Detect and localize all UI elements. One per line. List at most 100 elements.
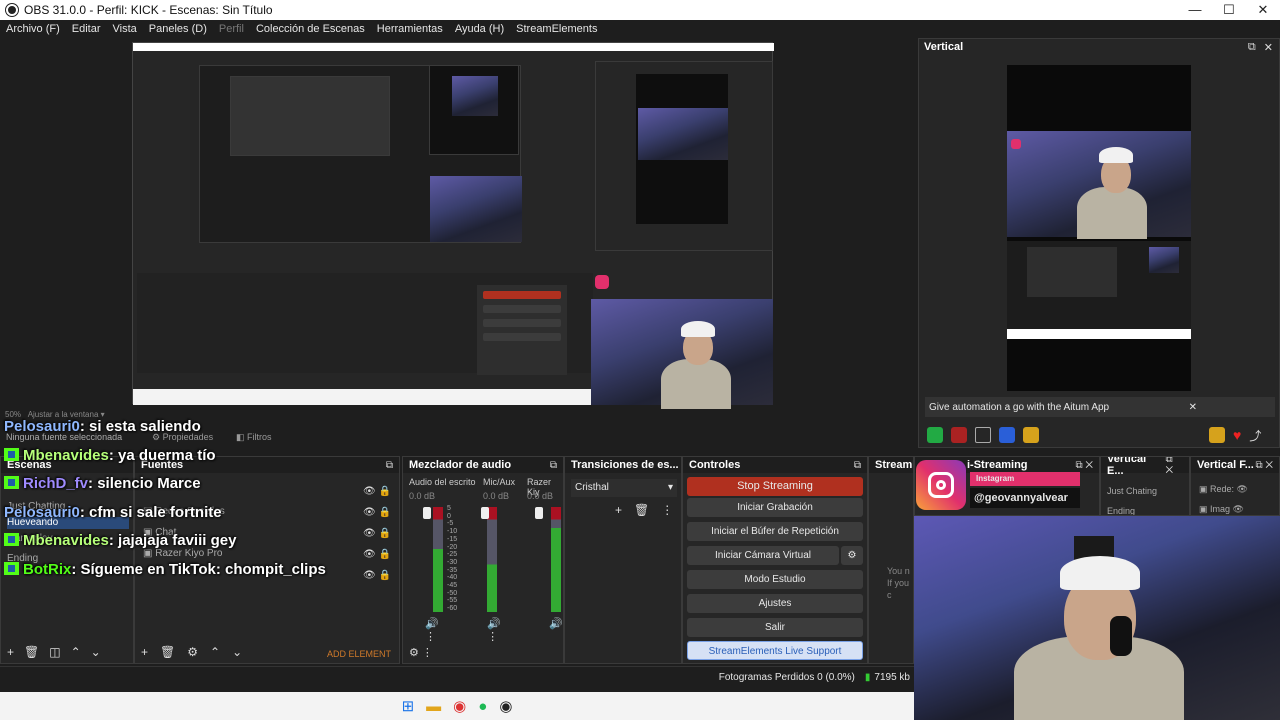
undock-icon[interactable]: ⧉	[1248, 41, 1256, 54]
trash-icon[interactable]: 🗑	[634, 503, 649, 517]
menu-vista[interactable]: Vista	[107, 23, 143, 35]
exit-button[interactable]: Salir	[687, 618, 863, 637]
nested-vertical	[429, 65, 519, 155]
menu-paneles[interactable]: Paneles (D)	[143, 23, 213, 35]
stream-icon[interactable]	[927, 427, 943, 443]
record-icon[interactable]	[951, 427, 967, 443]
virtual-cam-icon[interactable]	[999, 427, 1015, 443]
backtrack-icon[interactable]	[975, 427, 991, 443]
dock-close-icon[interactable]: ⧉ ✕	[1255, 460, 1279, 471]
volume-slider[interactable]	[423, 507, 431, 519]
chat-username: Mbenavides	[23, 447, 109, 464]
main-preview[interactable]	[0, 38, 912, 409]
chat-username: Mbenavides	[23, 532, 109, 549]
eye-icon[interactable]: 👁 🔒	[363, 523, 391, 544]
streamelements-support-button[interactable]: StreamElements Live Support	[687, 641, 863, 660]
speaker-icon[interactable]: 🔊	[549, 617, 563, 643]
menu-streamelements[interactable]: StreamElements	[510, 23, 603, 35]
volume-meter	[551, 507, 561, 612]
settings-icon[interactable]	[1023, 427, 1039, 443]
maximize-button[interactable]: ☐	[1212, 2, 1246, 18]
dock-close-icon[interactable]: ⧉ ✕	[1075, 460, 1099, 471]
mixer-header: Mezclador de audio ⧉	[403, 457, 563, 473]
move-down-icon[interactable]: ⌄	[91, 645, 101, 659]
vertical-source-item[interactable]: ▣ Rede: 👁	[1199, 479, 1271, 499]
vertical-nested-obs	[1007, 241, 1191, 339]
trash-icon[interactable]: 🗑	[24, 645, 39, 659]
kick-badge-icon	[4, 476, 19, 489]
undock-icon[interactable]: ⧉	[386, 460, 399, 471]
window-title: OBS 31.0.0 - Perfil: KICK - Escenas: Sin…	[24, 3, 273, 17]
signal-icon: ▮	[864, 672, 871, 683]
mixer-toolbar[interactable]: ⚙ ⋮	[409, 646, 433, 659]
add-icon[interactable]: +	[615, 503, 622, 517]
streamelements-title: StreamEl	[875, 459, 913, 471]
vertical-scene-item[interactable]: Ending	[1107, 501, 1183, 515]
nested-vertical-cam2	[638, 108, 728, 160]
heart-icon[interactable]: ♥	[1233, 427, 1241, 444]
dock-close-icon[interactable]: ✕	[1264, 41, 1273, 54]
studio-mode-button[interactable]: Modo Estudio	[687, 570, 863, 589]
controls-dock: Controles ⧉ Stop Streaming Iniciar Grabac…	[682, 456, 868, 664]
chat-message: BotRix: Sígueme en TikTok: chompit_clips	[4, 561, 326, 578]
menu-editar[interactable]: Editar	[66, 23, 107, 35]
undock-icon[interactable]: ⧉	[550, 460, 563, 471]
channel-name: Audio del escrito	[409, 477, 476, 487]
microphone	[1110, 616, 1132, 656]
transition-select[interactable]: Cristhal ▾	[571, 479, 677, 497]
speaker-icon[interactable]: 🔊⋮	[487, 617, 505, 643]
scene-toolbar: + 🗑 ◫ ⌃ ⌄	[7, 645, 101, 659]
menu-archivo[interactable]: Archivo (F)	[0, 23, 66, 35]
eye-icon[interactable]: 👁 🔒	[363, 544, 391, 565]
filters-button[interactable]: ◧ Filtros	[236, 432, 272, 443]
move-down-icon[interactable]: ⌄	[232, 645, 242, 659]
vertical-source-item[interactable]: ▣ Imag 👁	[1199, 499, 1271, 515]
replay-buffer-button[interactable]: Iniciar el Búfer de Repetición	[687, 522, 863, 541]
menu-coleccion[interactable]: Colección de Escenas	[250, 23, 371, 35]
windows-start-icon[interactable]: ⊞	[402, 697, 415, 715]
menu-perfil[interactable]: Perfil	[213, 23, 250, 35]
eye-icon[interactable]: 👁 🔒	[363, 565, 391, 586]
add-icon[interactable]: +	[141, 645, 148, 659]
virtual-camera-button[interactable]: Iniciar Cámara Virtual	[687, 546, 839, 565]
vertical-scenes-title: Vertical E...	[1107, 456, 1147, 477]
virtual-camera-settings-icon[interactable]: ⚙	[841, 546, 863, 565]
minimize-button[interactable]: —	[1178, 2, 1212, 18]
vertical-scene-item[interactable]: Just Chating	[1107, 481, 1183, 501]
obs-icon[interactable]: ◉	[499, 697, 512, 715]
eye-icon[interactable]: 👁 🔒	[363, 502, 391, 523]
speaker-icon[interactable]: 🔊⋮	[425, 617, 443, 643]
close-button[interactable]: ✕	[1246, 2, 1280, 18]
settings-button[interactable]: Ajustes	[687, 594, 863, 613]
filter-icon[interactable]: ◫	[49, 645, 60, 659]
file-explorer-icon[interactable]: ▬	[426, 698, 441, 715]
volume-slider[interactable]	[535, 507, 543, 519]
more-icon[interactable]: ⋮	[661, 503, 673, 517]
gear-icon[interactable]: ⚙	[187, 645, 198, 659]
menu-ayuda[interactable]: Ayuda (H)	[449, 23, 510, 35]
chat-text: : jajajaja faviii gey	[108, 532, 237, 549]
spotify-icon[interactable]: ●	[478, 698, 487, 715]
volume-slider[interactable]	[481, 507, 489, 519]
trash-icon[interactable]: 🗑	[160, 645, 175, 659]
vertical-sources-header: Vertical F... ⧉ ✕	[1191, 457, 1279, 473]
add-element-button[interactable]: ADD ELEMENT	[327, 649, 391, 659]
stop-streaming-button[interactable]: Stop Streaming	[687, 477, 863, 496]
undock-icon[interactable]: ⧉	[854, 460, 867, 471]
start-recording-button[interactable]: Iniciar Grabación	[687, 498, 863, 517]
dock-close-icon[interactable]: ⧉ ✕	[1166, 457, 1189, 476]
menu-herramientas[interactable]: Herramientas	[371, 23, 449, 35]
add-icon[interactable]: +	[7, 645, 14, 659]
webcam-overlay	[914, 516, 1280, 720]
eye-icon[interactable]: 👁 🔒	[363, 481, 391, 502]
move-up-icon[interactable]: ⌃	[210, 645, 220, 659]
vertical-canvas	[1007, 65, 1191, 391]
gear-icon[interactable]	[1209, 427, 1225, 443]
mixer-title: Mezclador de audio	[409, 459, 512, 471]
bitrate: 7195 kb	[874, 672, 910, 683]
chrome-icon[interactable]: ◉	[453, 697, 466, 715]
aitum-banner-close[interactable]: ✕	[1189, 402, 1197, 413]
transitions-header: Transiciones de es...	[565, 457, 681, 473]
move-up-icon[interactable]: ⌃	[71, 645, 81, 659]
share-icon[interactable]: ⤴	[1249, 427, 1261, 444]
